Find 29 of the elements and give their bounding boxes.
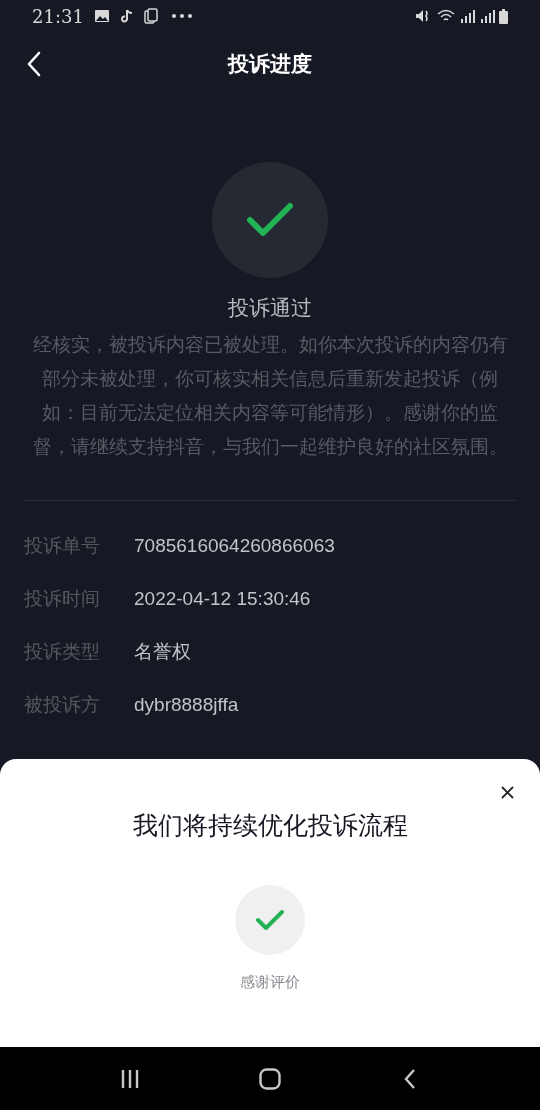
documents-icon — [143, 8, 158, 24]
wifi-icon — [437, 9, 455, 23]
result-message: 经核实，被投诉内容已被处理。如你本次投诉的内容仍有部分未被处理，你可核实相关信息后重新发起投诉（例如：目前无法定位相关内容等可能情形）。感谢你的监督，请继续支持抖音，与我们一起维护良好的社区氛围。 — [31, 332, 509, 459]
sheet-title: 我们将持续优化投诉流程 — [132, 810, 408, 841]
detail-value: 2022-04-12 15:30:46 — [134, 587, 311, 612]
detail-value: dybr8888jffa — [134, 693, 239, 718]
close-icon — [500, 785, 514, 799]
mute-icon — [415, 9, 431, 23]
detail-value: 7085616064260866063 — [134, 534, 335, 559]
more-icon — [171, 14, 192, 18]
music-note-icon — [119, 9, 134, 23]
detail-label: 投诉类型 — [24, 640, 101, 665]
page-title: 投诉进度 — [228, 51, 312, 78]
back-icon — [404, 1067, 416, 1090]
recent-apps-icon — [120, 1068, 140, 1089]
status-time: 21:31 — [32, 4, 84, 29]
detail-label: 投诉单号 — [24, 534, 101, 559]
result-title: 投诉通过 — [228, 295, 312, 321]
back-icon — [27, 51, 41, 77]
close-button[interactable] — [498, 783, 516, 801]
detail-label: 被投诉方 — [24, 693, 101, 718]
home-icon — [259, 1067, 281, 1090]
signal-icon — [479, 9, 495, 23]
image-icon — [93, 9, 110, 23]
detail-value: 名誉权 — [134, 640, 191, 665]
sheet-caption: 感谢评价 — [240, 971, 300, 992]
detail-label: 投诉时间 — [24, 587, 101, 612]
battery-icon — [499, 8, 508, 24]
signal-icon — [459, 9, 475, 23]
